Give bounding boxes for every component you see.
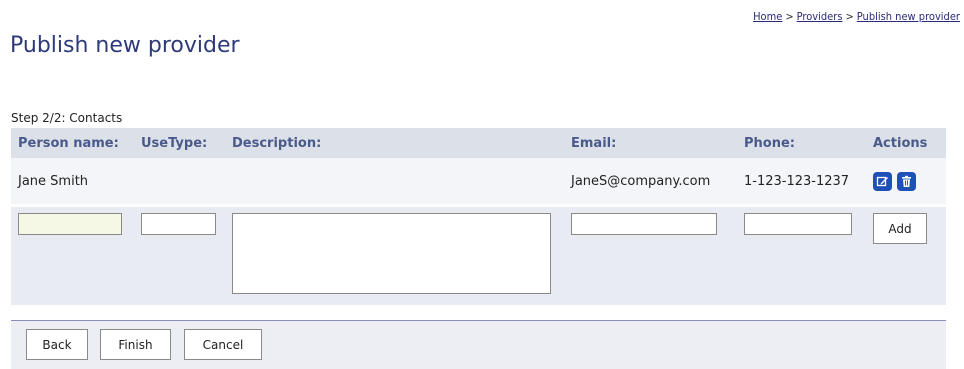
cell-email: JaneS@company.com: [564, 158, 737, 204]
phone-input[interactable]: [744, 213, 852, 235]
cell-new-person-name: [11, 207, 134, 305]
description-textarea[interactable]: [232, 213, 551, 294]
column-header-use-type: UseType:: [134, 128, 225, 158]
breadcrumb-current-link[interactable]: Publish new provider: [857, 10, 960, 23]
column-header-phone: Phone:: [737, 128, 866, 158]
cell-new-phone: [737, 207, 866, 305]
cell-actions: [866, 158, 946, 204]
column-header-person-name: Person name:: [11, 128, 134, 158]
use-type-input[interactable]: [141, 213, 216, 235]
column-header-description: Description:: [225, 128, 564, 158]
edit-icon[interactable]: [873, 171, 892, 191]
email-input[interactable]: [571, 213, 717, 235]
back-button[interactable]: Back: [26, 329, 88, 360]
column-header-email: Email:: [564, 128, 737, 158]
breadcrumb-providers-link[interactable]: Providers: [797, 10, 843, 23]
add-button[interactable]: Add: [873, 213, 927, 244]
breadcrumb-home-link[interactable]: Home: [753, 10, 782, 23]
cell-new-description: [225, 207, 564, 305]
cell-person-name: Jane Smith: [11, 158, 134, 204]
footer-bar: Back Finish Cancel: [11, 321, 946, 369]
cell-new-use-type: [134, 207, 225, 305]
finish-button[interactable]: Finish: [100, 329, 171, 360]
column-header-actions: Actions: [866, 128, 946, 158]
person-name-input[interactable]: [18, 213, 122, 235]
cancel-button[interactable]: Cancel: [184, 329, 262, 360]
table-header-row: Person name: UseType: Description: Email…: [11, 128, 946, 158]
delete-icon[interactable]: [897, 171, 916, 191]
new-contact-row: Add: [11, 207, 946, 305]
cell-new-actions: Add: [866, 207, 946, 305]
contacts-table: Person name: UseType: Description: Email…: [11, 128, 946, 305]
breadcrumb-separator: >: [785, 10, 794, 23]
cell-description: [225, 158, 564, 204]
breadcrumb-separator: >: [845, 10, 854, 23]
cell-phone: 1-123-123-1237: [737, 158, 866, 204]
table-row: Jane Smith JaneS@company.com 1-123-123-1…: [11, 158, 946, 204]
cell-new-email: [564, 207, 737, 305]
breadcrumb: Home > Providers > Publish new provider: [753, 10, 960, 23]
page-title: Publish new provider: [10, 32, 240, 58]
step-indicator: Step 2/2: Contacts: [11, 111, 123, 125]
cell-use-type: [134, 158, 225, 204]
